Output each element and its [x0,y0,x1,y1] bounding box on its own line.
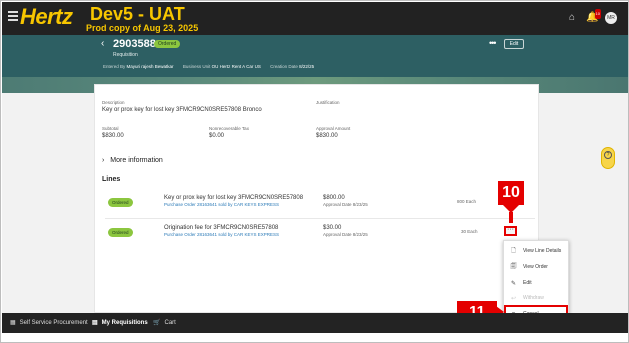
brand: Hertz Dev5 - UAT Prod copy of Aug 23, 20… [20,4,198,33]
justification-label: Justification [316,100,340,105]
line-2-title[interactable]: Origination fee for 3FMCR9CN0SRE57808 [164,225,278,231]
menu-item-view-line-details[interactable]: 🗋 View Line Details [510,246,561,256]
entered-by-value: Mayuri rajesh Bewatkar [126,64,174,69]
user-avatar[interactable]: MR [605,12,617,24]
cart-icon: 🛒 [153,320,161,326]
back-chevron-icon[interactable]: ‹ [101,38,104,49]
chevron-right-icon: › [102,157,105,164]
hamburger-menu-icon[interactable] [8,11,18,21]
notifications-icon[interactable]: 🔔 10 [586,9,601,23]
page-header: ‹ 2903588 Ordered Requisition ••• Edit E… [2,35,628,77]
more-information-label: More information [110,157,163,164]
menu-item-withdraw: ↩ Withdraw [510,293,544,303]
menu-item-view-order[interactable]: 🗐 View Order [510,262,548,272]
more-actions-icon[interactable]: ••• [489,38,497,48]
hertz-logo[interactable]: Hertz [20,4,73,30]
withdraw-icon: ↩ [510,295,517,302]
nonrecoverable-tax-label: Nonrecoverable Tax [209,126,249,131]
menu-item-label: Edit [523,280,532,286]
status-badge: Ordered [154,40,181,48]
approval-amount-label: Approval Amount [316,126,351,131]
help-icon[interactable]: ? [601,147,615,169]
grid-icon: ▦ [10,320,16,326]
approval-amount-value: $830.00 [316,133,338,139]
nonrecoverable-tax-value: $0.00 [209,133,225,139]
nav-label: Self Service Procurement [19,319,88,326]
line-2-amount: $30.00 [323,225,342,231]
line-2-quantity: 30 Each [461,229,478,234]
list-icon: ▤ [92,320,98,326]
home-icon[interactable]: ⌂ [567,13,577,23]
requisition-number: 2903588 [113,38,156,50]
menu-item-label: View Order [523,264,548,270]
line-2-approval-date: Approval Date 8/23/25 [323,232,368,237]
callout-step-10: 10 [498,181,524,205]
nav-label: My Requisitions [101,319,148,326]
screenshot-frame: Hertz Dev5 - UAT Prod copy of Aug 23, 20… [0,0,629,343]
entered-by-label: Entered By [103,64,126,69]
edit-button[interactable]: Edit [504,39,524,49]
top-bar: Hertz Dev5 - UAT Prod copy of Aug 23, 20… [2,2,628,35]
line-1-quantity: 800 Each [457,199,477,204]
environment-subtitle: Prod copy of Aug 23, 2025 [86,23,199,33]
description-label: Description [102,100,125,105]
line-2-status-badge: Ordered [108,228,133,237]
line-1-status-badge: Ordered [108,198,133,207]
line-1-purchase-order-link[interactable]: Purchase Order 28163641 sold by CAR KEYS… [164,202,279,207]
order-icon: 🗐 [510,264,517,270]
creation-date-value: 8/22/25 [299,64,315,69]
notification-badge: 10 [594,9,601,19]
subtotal-value: $830.00 [102,133,124,139]
nav-cart[interactable]: 🛒 Cart [153,319,176,327]
callout-arrow-stem [509,212,513,223]
environment-title: Dev5 - UAT [90,4,185,24]
menu-item-label: Withdraw [523,295,544,301]
creation-date-label: Creation Date [270,64,298,69]
description-value: Key or prox key for lost key 3FMCR9CN0SR… [102,107,262,113]
header-meta: Entered By Mayuri rajesh Bewatkar Busine… [103,64,322,69]
business-unit-value: OU Hertz Rent A Car US [211,64,261,69]
business-unit-label: Business Unit [182,64,211,69]
requisition-type-label: Requisition [113,52,138,58]
line-1-amount: $800.00 [323,195,345,201]
line-divider [105,218,535,219]
line-1-title[interactable]: Key or prox key for lost key 3FMCR9CN0SR… [164,195,303,201]
nav-self-service-procurement[interactable]: ▦ Self Service Procurement [10,319,88,327]
subtotal-label: Subtotal [102,126,119,131]
nav-label: Cart [164,319,176,326]
line-2-purchase-order-link[interactable]: Purchase Order 28163641 sold by CAR KEYS… [164,232,279,237]
document-icon: 🗋 [511,248,516,254]
more-information-toggle[interactable]: › More information [102,157,163,164]
bottom-navigation: ▦ Self Service Procurement ▤ My Requisit… [2,313,628,333]
menu-item-edit[interactable]: ✎ Edit [510,278,532,288]
line-1-approval-date: Approval Date 8/23/25 [323,202,368,207]
menu-item-label: View Line Details [523,248,562,254]
pencil-icon: ✎ [510,280,517,287]
top-icons: ⌂ 🔔 10 MR [567,9,617,24]
line-actions-button[interactable]: ··· [504,226,517,236]
nav-my-requisitions[interactable]: ▤ My Requisitions [92,319,148,327]
lines-heading: Lines [102,176,121,183]
